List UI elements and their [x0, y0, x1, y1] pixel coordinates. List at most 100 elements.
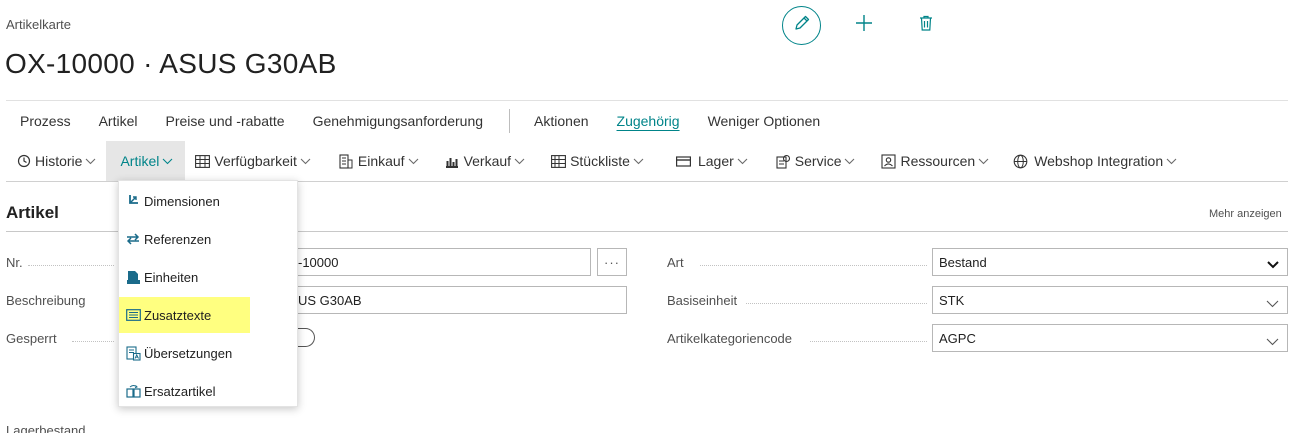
action-aktionen[interactable]: Aktionen	[520, 111, 602, 131]
menu-verfuegbarkeit-label: Verfügbarkeit	[214, 153, 297, 169]
dropdown-item-label: Dimensionen	[144, 193, 220, 209]
menu-webshop[interactable]: Webshop Integration	[999, 141, 1187, 181]
sub-action-bar: Historie Artikel Verfügbarkeit Einkauf V…	[6, 141, 1187, 181]
kategorie-select-value: AGPC	[939, 330, 976, 346]
dimensions-icon	[125, 193, 141, 209]
menu-lager-label: Lager	[697, 153, 734, 169]
dropdown-item-label: Übersetzungen	[144, 345, 233, 361]
field-label-nr: Nr.	[6, 255, 23, 270]
dropdown-item-einheiten[interactable]: Einheiten	[119, 259, 297, 295]
resource-icon	[881, 153, 897, 169]
menu-artikel-label: Artikel	[120, 153, 160, 169]
units-icon	[125, 269, 141, 285]
menu-historie[interactable]: Historie	[6, 141, 106, 181]
nr-field[interactable]: -10000	[292, 248, 591, 276]
dropdown-item-ersatzartikel[interactable]: Ersatzartikel	[119, 373, 297, 409]
action-separator	[509, 109, 511, 133]
field-label-beschreibung: Beschreibung	[6, 293, 86, 308]
menu-service-label: Service	[794, 153, 842, 169]
section-title[interactable]: Artikel	[6, 203, 59, 223]
label-leader	[810, 341, 927, 342]
field-label-gesperrt: Gesperrt	[6, 331, 57, 346]
menu-verkauf[interactable]: Verkauf	[429, 141, 535, 181]
dropdown-item-label: Ersatzartikel	[144, 383, 216, 399]
chevron-down-icon	[514, 158, 525, 165]
label-leader	[746, 303, 927, 304]
action-preise[interactable]: Preise und -rabatte	[151, 111, 298, 131]
label-leader	[72, 341, 114, 342]
action-bar: Prozess Artikel Preise und -rabatte Gene…	[6, 109, 835, 133]
dropdown-item-dimensionen[interactable]: Dimensionen	[119, 183, 297, 219]
trash-icon	[919, 15, 933, 36]
menu-historie-label: Historie	[35, 153, 83, 169]
plus-icon	[855, 14, 873, 37]
menu-einkauf[interactable]: Einkauf	[321, 141, 429, 181]
warehouse-icon	[675, 154, 691, 169]
artikel-dropdown-menu: Dimensionen Referenzen Einheiten Zusatzt…	[118, 180, 298, 407]
menu-service[interactable]: Service	[758, 141, 866, 181]
menu-stueckliste[interactable]: Stückliste	[535, 141, 654, 181]
art-select[interactable]: Bestand	[932, 248, 1288, 276]
translation-icon	[125, 345, 141, 361]
dropdown-item-label: Einheiten	[144, 269, 199, 285]
field-label-basiseinheit: Basiseinheit	[667, 293, 738, 308]
field-label-kategorie: Artikelkategoriencode	[667, 331, 793, 346]
delete-button[interactable]	[912, 11, 940, 39]
dropdown-item-label: Referenzen	[144, 231, 212, 247]
chevron-down-icon	[844, 158, 855, 165]
chevron-down-icon	[162, 158, 173, 165]
action-prozess[interactable]: Prozess	[6, 111, 85, 131]
menu-ressourcen[interactable]: Ressourcen	[865, 141, 999, 181]
nr-field-value: -10000	[298, 254, 339, 270]
chevron-down-icon	[1266, 334, 1279, 349]
action-zugehoerig[interactable]: Zugehörig	[603, 111, 694, 131]
grid-icon	[195, 154, 211, 169]
beschreibung-field-value: US G30AB	[298, 292, 362, 308]
menu-ressourcen-label: Ressourcen	[900, 153, 976, 169]
substitute-icon	[125, 383, 141, 399]
chevron-down-icon	[300, 158, 311, 165]
kategorie-select[interactable]: AGPC	[932, 324, 1288, 352]
page-title: OX-10000 · ASUS G30AB	[5, 48, 337, 79]
menu-lager[interactable]: Lager	[654, 141, 758, 181]
menu-stueckliste-label: Stückliste	[570, 153, 630, 169]
edit-button[interactable]	[782, 6, 821, 45]
chevron-down-icon	[978, 158, 989, 165]
chevron-down-icon	[1266, 296, 1279, 311]
action-artikel[interactable]: Artikel	[85, 111, 152, 131]
label-leader	[700, 265, 927, 266]
purchase-icon	[339, 153, 354, 169]
chevron-down-icon	[1166, 158, 1177, 165]
art-select-value: Bestand	[939, 254, 987, 270]
globe-icon	[1013, 154, 1028, 169]
new-button[interactable]	[850, 11, 878, 39]
next-section-title: Lagerbestand	[6, 423, 86, 433]
nr-assist-button[interactable]: ···	[597, 248, 627, 276]
beschreibung-field[interactable]: US G30AB	[292, 286, 627, 314]
chevron-down-icon	[85, 158, 96, 165]
dropdown-item-uebersetzungen[interactable]: Übersetzungen	[119, 335, 297, 371]
header-divider	[6, 100, 1288, 101]
label-leader	[28, 265, 114, 266]
pencil-icon	[793, 14, 811, 37]
menu-artikel[interactable]: Artikel	[106, 141, 186, 181]
menu-webshop-label: Webshop Integration	[1034, 153, 1164, 169]
action-genehmigung[interactable]: Genehmigungsanforderung	[299, 111, 497, 131]
basiseinheit-select-value: STK	[939, 292, 965, 308]
field-label-art: Art	[667, 255, 684, 270]
history-icon	[16, 154, 31, 169]
dropdown-item-label: Zusatztexte	[144, 307, 212, 323]
action-weniger-optionen[interactable]: Weniger Optionen	[694, 111, 835, 131]
basiseinheit-select[interactable]: STK	[932, 286, 1288, 314]
ellipsis-icon: ···	[604, 254, 620, 270]
service-icon	[776, 154, 791, 169]
chevron-down-icon	[408, 158, 419, 165]
menu-verfuegbarkeit[interactable]: Verfügbarkeit	[185, 141, 321, 181]
dropdown-item-referenzen[interactable]: Referenzen	[119, 221, 297, 257]
chevron-down-icon	[633, 158, 644, 165]
page-caption: Artikelkarte	[6, 17, 72, 32]
bom-icon	[551, 154, 567, 169]
extended-text-icon	[125, 307, 141, 323]
show-more-link[interactable]: Mehr anzeigen	[1209, 208, 1282, 220]
dropdown-item-zusatztexte[interactable]: Zusatztexte	[119, 297, 250, 333]
